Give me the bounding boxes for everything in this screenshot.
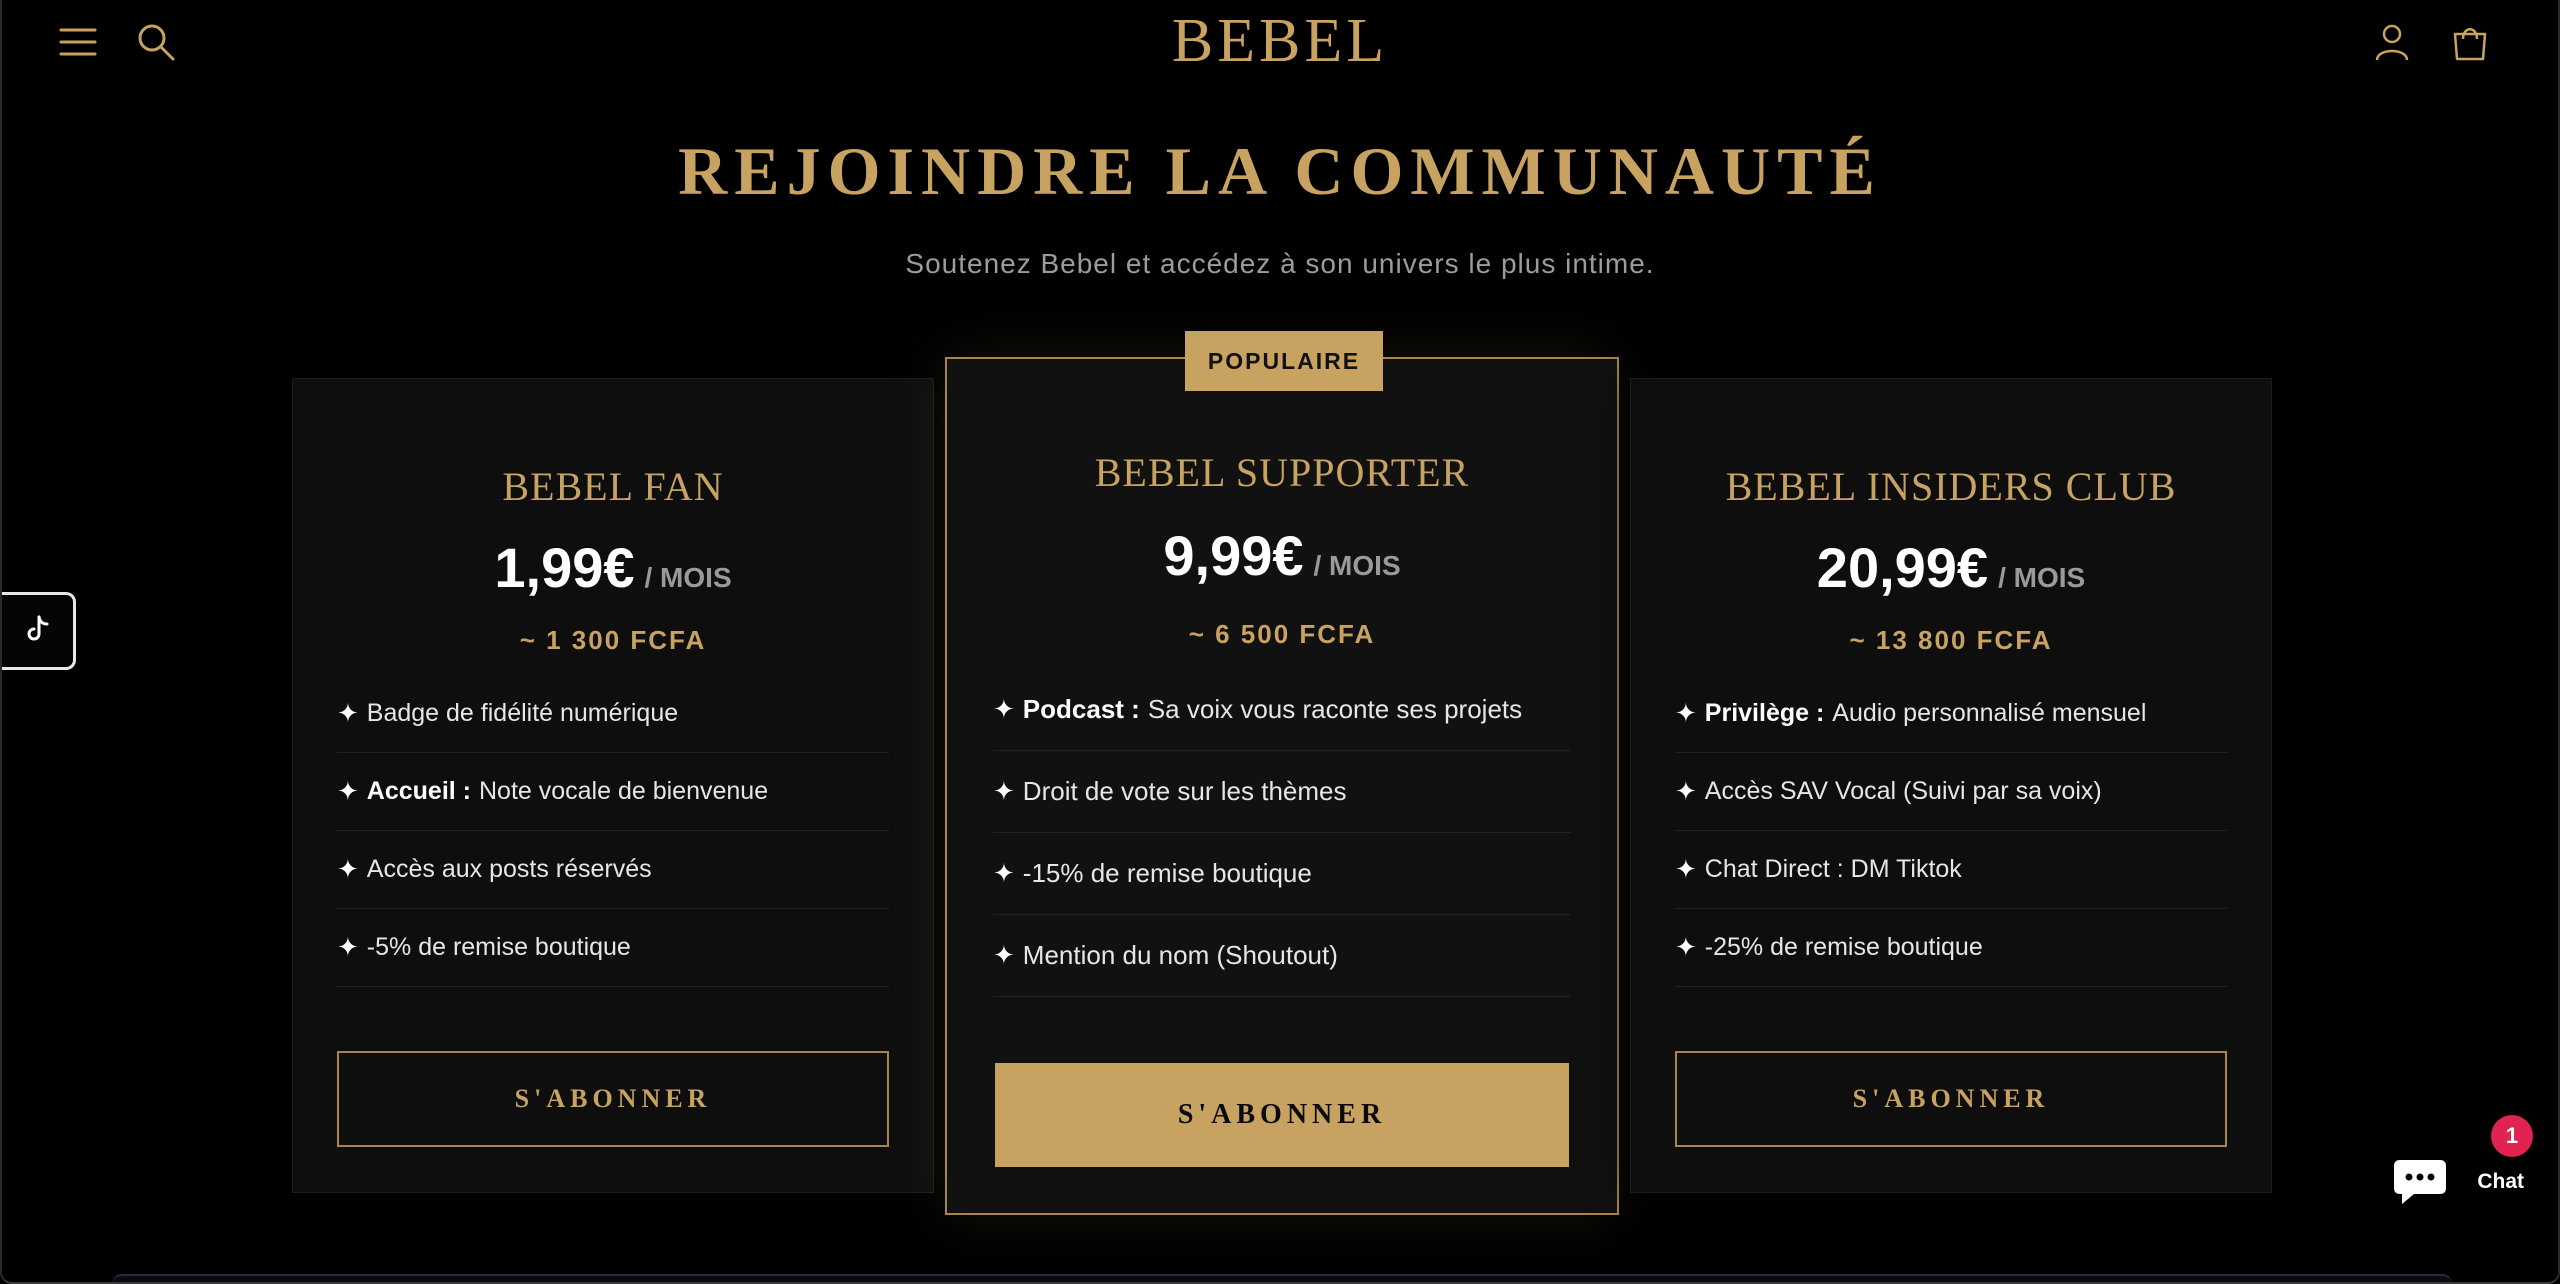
plan-name: BEBEL INSIDERS CLUB [1725,464,2177,509]
feature-text: Accès SAV Vocal (Suivi par sa voix) [1704,777,2102,805]
sparkle-icon: ✦ [337,932,359,962]
feature-item: ✦ Chat Direct : DM Tiktok [1675,831,2227,909]
plan-card-fan: BEBEL FAN 1,99€ / MOIS ~ 1 300 FCFA ✦ Badg… [292,378,934,1193]
subscribe-button-supporter[interactable]: S'ABONNER [995,1063,1569,1167]
sparkle-icon: ✦ [993,776,1015,806]
feature-text: -5% de remise boutique [366,933,631,961]
feature-item: ✦ Droit de vote sur les thèmes [993,751,1571,833]
feature-text: Audio personnalisé mensuel [1832,699,2147,727]
feature-highlight: Accueil : [366,777,471,805]
plan-period: / MOIS [1313,550,1401,581]
account-icon[interactable] [2372,22,2412,62]
feature-item: ✦ Accueil : Note vocale de bienvenue [337,753,889,831]
page-subtitle: Soutenez Bebel et accédez à son univers … [905,248,1655,279]
chat-bubble-icon [2390,1154,2450,1210]
plan-name: BEBEL FAN [502,464,724,509]
feature-highlight: Privilège : [1704,699,1825,727]
feature-text: -15% de remise boutique [1022,858,1312,888]
sparkle-icon: ✦ [1675,932,1697,962]
plan-price: 1,99€ [494,536,635,599]
plan-period: / MOIS [1998,562,2086,593]
plan-price: 9,99€ [1163,524,1304,587]
page-title: REJOINDRE LA COMMUNAUTÉ [678,133,1882,209]
feature-text: -25% de remise boutique [1704,933,1983,961]
feature-item: ✦ -5% de remise boutique [337,909,889,987]
tiktok-button[interactable] [2,592,76,670]
feature-text: Badge de fidélité numérique [366,699,679,727]
feature-item: ✦ Podcast : Sa voix vous raconte ses proje… [993,669,1571,751]
plan-price-fcfa: ~ 1 300 FCFA [519,625,707,655]
feature-item: ✦ -25% de remise boutique [1675,909,2227,987]
sparkle-icon: ✦ [1675,854,1697,884]
feature-list: ✦ Badge de fidélité numérique ✦ Accueil :N… [337,675,889,987]
feature-text: Droit de vote sur les thèmes [1022,776,1347,806]
sparkle-icon: ✦ [993,940,1015,970]
site-logo[interactable]: BEBEL [2,6,2558,77]
feature-text: Sa voix vous raconte ses projets [1147,694,1523,724]
chat-notification-badge: 1 [2491,1115,2533,1157]
feature-item: ✦ Badge de fidélité numérique [337,675,889,753]
feature-text: Accès aux posts réservés [366,855,652,883]
feature-item: ✦ Mention du nom (Shoutout) [993,915,1571,997]
feature-list: ✦ Privilège : Audio personnalisé mensuel ✦… [1675,675,2227,987]
chat-label: Chat [2477,1170,2524,1193]
feature-item: ✦ Accès SAV Vocal (Suivi par sa voix) [1675,753,2227,831]
price-row: 1,99€ / MOIS [293,535,933,600]
plan-price: 20,99€ [1816,536,1989,599]
feature-item: ✦ -15% de remise boutique [993,833,1571,915]
price-row: 20,99€ / MOIS [1631,535,2271,600]
feature-list: ✦ Podcast : Sa voix vous raconte ses proje… [993,669,1571,997]
plan-card-insiders: BEBEL INSIDERS CLUB 20,99€ / MOIS ~ 13 80… [1630,378,2272,1193]
page: BEBEL REJOINDRE LA COMMUNAUTÉ Soutenez B… [0,0,2560,1284]
sparkle-icon: ✦ [993,694,1015,724]
plan-price-fcfa: ~ 6 500 FCFA [1188,619,1376,649]
sparkle-icon: ✦ [1675,776,1697,806]
price-row: 9,99€ / MOIS [947,523,1617,588]
bottom-edge [112,1274,2452,1282]
plan-price-fcfa: ~ 13 800 FCFA [1849,625,2053,655]
sparkle-icon: ✦ [1675,698,1697,728]
sparkle-icon: ✦ [337,698,359,728]
feature-text: Mention du nom (Shoutout) [1022,940,1338,970]
tiktok-icon [25,615,51,648]
feature-item: ✦ Accès aux posts réservés [337,831,889,909]
sparkle-icon: ✦ [337,776,359,806]
feature-text: Note vocale de bienvenue [479,777,769,805]
sparkle-icon: ✦ [993,858,1015,888]
subscribe-button-fan[interactable]: S'ABONNER [337,1051,889,1147]
subscribe-button-insiders[interactable]: S'ABONNER [1675,1051,2227,1147]
popular-badge: POPULAIRE [1185,331,1383,391]
plan-name: BEBEL SUPPORTER [1094,450,1470,495]
plan-card-supporter: POPULAIRE BEBEL SUPPORTER 9,99€ / MOIS ~ … [945,331,1619,1215]
plan-period: / MOIS [644,562,732,593]
sparkle-icon: ✦ [337,854,359,884]
feature-item: ✦ Privilège : Audio personnalisé mensuel [1675,675,2227,753]
feature-text: Chat Direct : DM Tiktok [1704,855,1962,883]
site-header: BEBEL [2,0,2558,90]
feature-highlight: Podcast : [1022,694,1140,724]
cart-icon[interactable] [2450,22,2490,62]
